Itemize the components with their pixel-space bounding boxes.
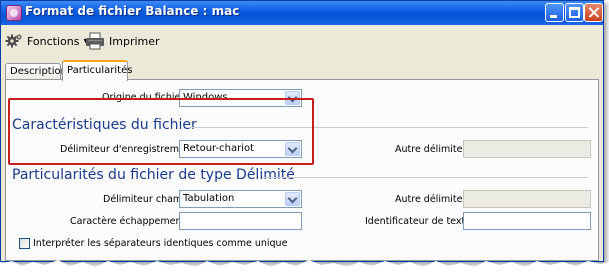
gear-icon bbox=[5, 34, 22, 48]
app-icon bbox=[6, 5, 22, 21]
tab-strip: Description Particularités bbox=[5, 60, 599, 81]
tab-panel: Origine du fichier Windows Caractéristiq… bbox=[5, 79, 599, 261]
tab-particularites[interactable]: Particularités bbox=[62, 60, 132, 81]
record-delimiter-value: Retour-chariot bbox=[183, 143, 255, 154]
tab-description[interactable]: Description bbox=[5, 63, 67, 80]
section-heading-delimited: Particularités du fichier de type Délimi… bbox=[12, 167, 295, 183]
text-identifier-input[interactable] bbox=[463, 212, 591, 230]
toolbar: Fonctions ▼ Imprimer bbox=[1, 25, 603, 57]
functions-menu-button[interactable]: Fonctions ▼ bbox=[5, 30, 90, 52]
other-delimiter-field-2[interactable] bbox=[463, 190, 591, 208]
print-label: Imprimer bbox=[109, 34, 160, 48]
torn-edge-decoration bbox=[0, 260, 609, 279]
other-delimiter-label-2: Autre délimiteur bbox=[395, 194, 473, 205]
origin-select[interactable]: Windows bbox=[179, 89, 302, 107]
identical-separators-checkbox[interactable] bbox=[19, 238, 30, 249]
dialog-window: Format de fichier Balance : mac Fonction… bbox=[0, 0, 604, 262]
origin-label: Origine du fichier bbox=[102, 92, 185, 103]
section-heading-characteristics: Caractéristiques du fichier bbox=[12, 117, 197, 133]
section-divider bbox=[188, 127, 588, 128]
field-delimiter-label: Délimiteur champ bbox=[103, 194, 189, 205]
printer-icon bbox=[86, 32, 104, 50]
field-delimiter-select[interactable]: Tabulation bbox=[179, 190, 302, 208]
print-button[interactable]: Imprimer bbox=[85, 30, 160, 52]
maximize-button[interactable] bbox=[565, 3, 584, 22]
escape-char-input[interactable] bbox=[179, 212, 302, 230]
identical-separators-label: Interpréter les séparateurs identiques c… bbox=[33, 238, 288, 249]
record-delimiter-select[interactable]: Retour-chariot bbox=[179, 140, 302, 158]
field-delimiter-value: Tabulation bbox=[183, 193, 235, 204]
title-bar[interactable]: Format de fichier Balance : mac bbox=[1, 1, 603, 25]
section-divider bbox=[262, 177, 588, 178]
minimize-button[interactable] bbox=[545, 3, 564, 22]
chevron-down-icon[interactable] bbox=[285, 142, 300, 156]
other-delimiter-label-1: Autre délimiteur bbox=[395, 144, 473, 155]
close-button[interactable] bbox=[584, 3, 603, 22]
text-identifier-label: Identificateur de texte bbox=[365, 216, 472, 227]
record-delimiter-label: Délimiteur d'enregistrement bbox=[60, 144, 195, 155]
origin-value: Windows bbox=[183, 92, 228, 103]
other-delimiter-field-1[interactable] bbox=[463, 140, 591, 158]
escape-char-label: Caractère échappement bbox=[70, 216, 186, 227]
functions-label: Fonctions bbox=[27, 34, 80, 48]
chevron-down-icon[interactable] bbox=[285, 192, 300, 206]
window-title: Format de fichier Balance : mac bbox=[25, 4, 240, 18]
chevron-down-icon[interactable] bbox=[285, 91, 300, 105]
